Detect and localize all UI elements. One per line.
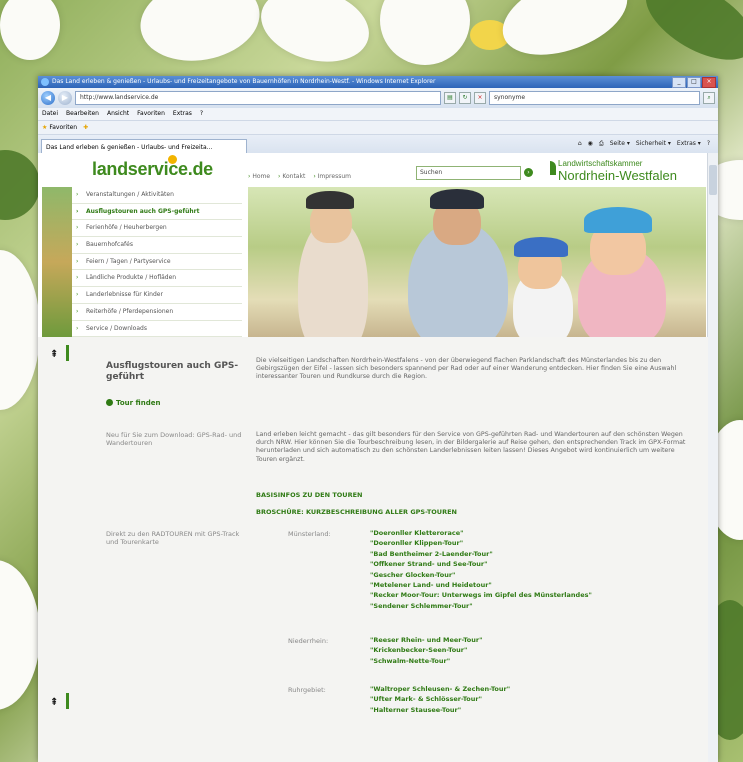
page-title: Ausflugstouren auch GPS-geführt bbox=[106, 361, 239, 382]
tour-link[interactable]: "Gescher Glocken-Tour" bbox=[370, 570, 592, 580]
nav-ausflugstouren[interactable]: Ausflugstouren auch GPS-geführt bbox=[72, 203, 242, 221]
lwk-mark-icon bbox=[550, 161, 556, 175]
topnav-impressum[interactable]: Impressum bbox=[313, 173, 351, 180]
forward-button[interactable]: ▶ bbox=[58, 91, 72, 105]
tour-list-ruhrgebiet: "Waltroper Schleusen- & Zechen-Tour" "Uf… bbox=[370, 684, 510, 715]
browser-window: Das Land erleben & genießen - Urlaubs- u… bbox=[38, 76, 718, 762]
vertical-scrollbar[interactable] bbox=[707, 153, 718, 762]
menu-favoriten[interactable]: Favoriten bbox=[137, 108, 165, 120]
page-viewport: landservice.de Home Kontakt Impressum Su… bbox=[38, 153, 718, 762]
nav-veranstaltungen[interactable]: Veranstaltungen / Aktivitäten bbox=[72, 187, 242, 204]
landservice-page: landservice.de Home Kontakt Impressum Su… bbox=[38, 153, 708, 762]
basisinfos-link[interactable]: BASISINFOS ZU DEN TOUREN bbox=[256, 491, 362, 499]
tab-bar: Das Land erleben & genießen - Urlaubs- u… bbox=[38, 135, 718, 155]
site-search-input[interactable]: Suchen bbox=[416, 166, 521, 180]
radtouren-label: Direkt zu den RADTOUREN mit GPS-Track un… bbox=[106, 530, 240, 547]
hero-photo-family-cycling bbox=[248, 187, 706, 337]
tour-link[interactable]: "Sendener Schlemmer-Tour" bbox=[370, 601, 592, 611]
tour-link[interactable]: "Schwalm-Nette-Tour" bbox=[370, 656, 482, 666]
favorites-bar: ★ Favoriten ✚ bbox=[38, 121, 718, 135]
top-anchor-icon-bottom[interactable]: ⇞ bbox=[50, 697, 58, 708]
address-bar: ◀ ▶ http://www.landservice.de ▤ ↻ × syno… bbox=[38, 88, 718, 108]
window-titlebar: Das Land erleben & genießen - Urlaubs- u… bbox=[38, 76, 718, 88]
top-anchor-icon[interactable]: ⇞ bbox=[50, 349, 58, 360]
menu-bar: Datei Bearbeiten Ansicht Favoriten Extra… bbox=[38, 108, 718, 121]
tour-link[interactable]: "Bad Bentheimer 2-Laender-Tour" bbox=[370, 549, 592, 559]
menu-help[interactable]: ? bbox=[200, 108, 203, 120]
menu-bearbeiten[interactable]: Bearbeiten bbox=[66, 108, 99, 120]
gps-text: Land erleben leicht gemacht - das gilt b… bbox=[256, 431, 686, 463]
section-marker-bottom bbox=[66, 693, 69, 709]
nav-feiern[interactable]: Feiern / Tagen / Partyservice bbox=[72, 253, 242, 271]
topnav-kontakt[interactable]: Kontakt bbox=[278, 173, 305, 180]
region-muensterland: Münsterland: bbox=[288, 530, 331, 538]
command-extras[interactable]: Extras ▾ bbox=[677, 140, 701, 148]
side-decor-image bbox=[42, 187, 72, 337]
logo-sun-icon bbox=[168, 155, 177, 164]
help-icon[interactable]: ? bbox=[707, 140, 710, 148]
refresh-icon[interactable]: ↻ bbox=[459, 92, 471, 104]
favorites-button[interactable]: ★ Favoriten bbox=[42, 121, 77, 134]
section-marker bbox=[66, 345, 69, 361]
menu-extras[interactable]: Extras bbox=[173, 108, 192, 120]
tour-link[interactable]: "Metelener Land- und Heidetour" bbox=[370, 580, 592, 590]
site-search-button[interactable]: › bbox=[524, 168, 533, 177]
tour-link[interactable]: "Offkener Strand- und See-Tour" bbox=[370, 559, 592, 569]
nav-produkte[interactable]: Ländliche Produkte / Hofläden bbox=[72, 270, 242, 288]
gps-label: Neu für Sie zum Download: GPS-Rad- und W… bbox=[106, 431, 242, 448]
stop-icon[interactable]: × bbox=[474, 92, 486, 104]
ie-icon bbox=[41, 78, 49, 86]
tour-link[interactable]: "Ufter Mark- & Schlösser-Tour" bbox=[370, 694, 510, 704]
tour-finden-link[interactable]: Tour finden bbox=[106, 399, 160, 407]
nav-bauernhofcafes[interactable]: Bauernhofcafés bbox=[72, 237, 242, 254]
region-niederrhein: Niederrhein: bbox=[288, 637, 329, 645]
minimize-button[interactable]: _ bbox=[672, 77, 686, 88]
add-favorite-icon[interactable]: ✚ bbox=[83, 121, 88, 134]
arrow-circle-icon bbox=[106, 399, 113, 406]
maximize-button[interactable]: □ bbox=[687, 77, 701, 88]
intro-text: Die vielseitigen Landschaften Nordrhein-… bbox=[256, 357, 677, 381]
command-bar: ⌂ ◉ ⎙ Seite ▾ Sicherheit ▾ Extras ▾ ? bbox=[578, 140, 710, 148]
tour-link[interactable]: "Recker Moor-Tour: Unterwegs im Gipfel d… bbox=[370, 590, 592, 600]
command-seite[interactable]: Seite ▾ bbox=[610, 140, 630, 148]
feeds-icon[interactable]: ◉ bbox=[588, 140, 593, 148]
browser-search-input[interactable]: synonyme bbox=[489, 91, 700, 105]
left-navigation: Veranstaltungen / Aktivitäten Ausflugsto… bbox=[72, 187, 242, 338]
window-title: Das Land erleben & genießen - Urlaubs- u… bbox=[52, 78, 436, 85]
tour-link[interactable]: "Doeronller Klippen-Tour" bbox=[370, 538, 592, 548]
tour-link[interactable]: "Halterner Stausee-Tour" bbox=[370, 705, 510, 715]
tour-link[interactable]: "Doeronller Kletterorace" bbox=[370, 528, 592, 538]
menu-datei[interactable]: Datei bbox=[42, 108, 58, 120]
tour-link[interactable]: "Waltroper Schleusen- & Zechen-Tour" bbox=[370, 684, 510, 694]
command-sicherheit[interactable]: Sicherheit ▾ bbox=[636, 140, 671, 148]
nav-service[interactable]: Service / Downloads bbox=[72, 320, 242, 338]
url-input[interactable]: http://www.landservice.de bbox=[75, 91, 441, 105]
nav-ferienhoefe[interactable]: Ferienhöfe / Heuherbergen bbox=[72, 220, 242, 238]
main-content: ⇞ ⇞ Ausflugstouren auch GPS-geführt Tour… bbox=[38, 337, 708, 762]
top-navigation: Home Kontakt Impressum bbox=[248, 173, 351, 180]
nav-reiterhoefe[interactable]: Reiterhöfe / Pferdepensionen bbox=[72, 303, 242, 321]
close-button[interactable]: × bbox=[702, 77, 716, 88]
lwk-logo[interactable]: Landwirtschaftskammer Nordrhein-Westfale… bbox=[550, 159, 677, 183]
print-icon[interactable]: ⎙ bbox=[599, 140, 604, 148]
back-button[interactable]: ◀ bbox=[41, 91, 55, 105]
site-logo[interactable]: landservice.de bbox=[92, 155, 213, 180]
home-icon[interactable]: ⌂ bbox=[578, 140, 582, 148]
topnav-home[interactable]: Home bbox=[248, 173, 270, 180]
star-icon: ★ bbox=[42, 124, 48, 131]
menu-ansicht[interactable]: Ansicht bbox=[107, 108, 129, 120]
tour-link[interactable]: "Reeser Rhein- und Meer-Tour" bbox=[370, 635, 482, 645]
tour-link[interactable]: "Krickenbecker-Seen-Tour" bbox=[370, 645, 482, 655]
search-icon[interactable]: ⌕ bbox=[703, 92, 715, 104]
region-ruhrgebiet: Ruhrgebiet: bbox=[288, 686, 326, 694]
compatibility-icon[interactable]: ▤ bbox=[444, 92, 456, 104]
nav-kinder[interactable]: Landerlebnisse für Kinder bbox=[72, 287, 242, 304]
tour-list-muensterland: "Doeronller Kletterorace" "Doeronller Kl… bbox=[370, 528, 592, 611]
broschuere-link[interactable]: BROSCHÜRE: KURZBESCHREIBUNG ALLER GPS-TO… bbox=[256, 508, 457, 516]
tour-list-niederrhein: "Reeser Rhein- und Meer-Tour" "Krickenbe… bbox=[370, 635, 482, 666]
